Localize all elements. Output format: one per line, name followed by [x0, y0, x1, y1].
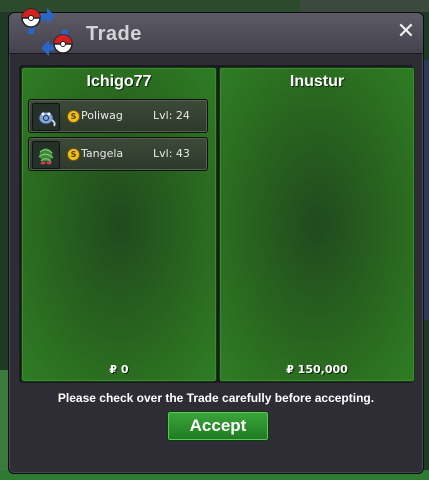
trade-notice: Please check over the Trade carefully be…	[57, 391, 375, 405]
trade-slot-tangela[interactable]: S Tangela Lvl: 43	[28, 137, 208, 171]
shiny-badge-icon: S	[67, 148, 80, 161]
close-icon[interactable]: ✕	[395, 21, 417, 43]
pokemon-level: Lvl: 24	[153, 109, 190, 122]
poliwag-sprite-icon	[32, 103, 60, 131]
trade-slot-poliwag[interactable]: S Poliwag Lvl: 24	[28, 99, 208, 133]
background-left	[0, 370, 8, 470]
background-top-right	[300, 0, 429, 12]
trade-pokeballs-icon	[21, 8, 73, 56]
left-trainer-name: Ichigo77	[86, 73, 152, 90]
right-trade-panel: Inustur ₽ 150,000	[219, 67, 415, 382]
tangela-sprite-icon	[32, 141, 60, 169]
left-money-offer: ₽ 0	[109, 363, 129, 376]
trade-window: Trade ✕ Ichigo77 S Poliwag Lvl: 24 S Tan…	[8, 8, 424, 474]
trade-panels: Ichigo77 S Poliwag Lvl: 24 S Tangela Lvl…	[19, 65, 415, 383]
pokemon-name: Poliwag	[81, 109, 123, 122]
left-trade-panel: Ichigo77 S Poliwag Lvl: 24 S Tangela Lvl…	[21, 67, 217, 382]
pokemon-level: Lvl: 43	[153, 147, 190, 160]
pokemon-name: Tangela	[81, 147, 124, 160]
right-trainer-name: Inustur	[289, 73, 345, 90]
accept-button[interactable]: Accept	[167, 411, 269, 441]
right-money-offer: ₽ 150,000	[286, 363, 348, 376]
window-title: Trade	[86, 23, 142, 45]
shiny-badge-icon: S	[67, 110, 80, 123]
